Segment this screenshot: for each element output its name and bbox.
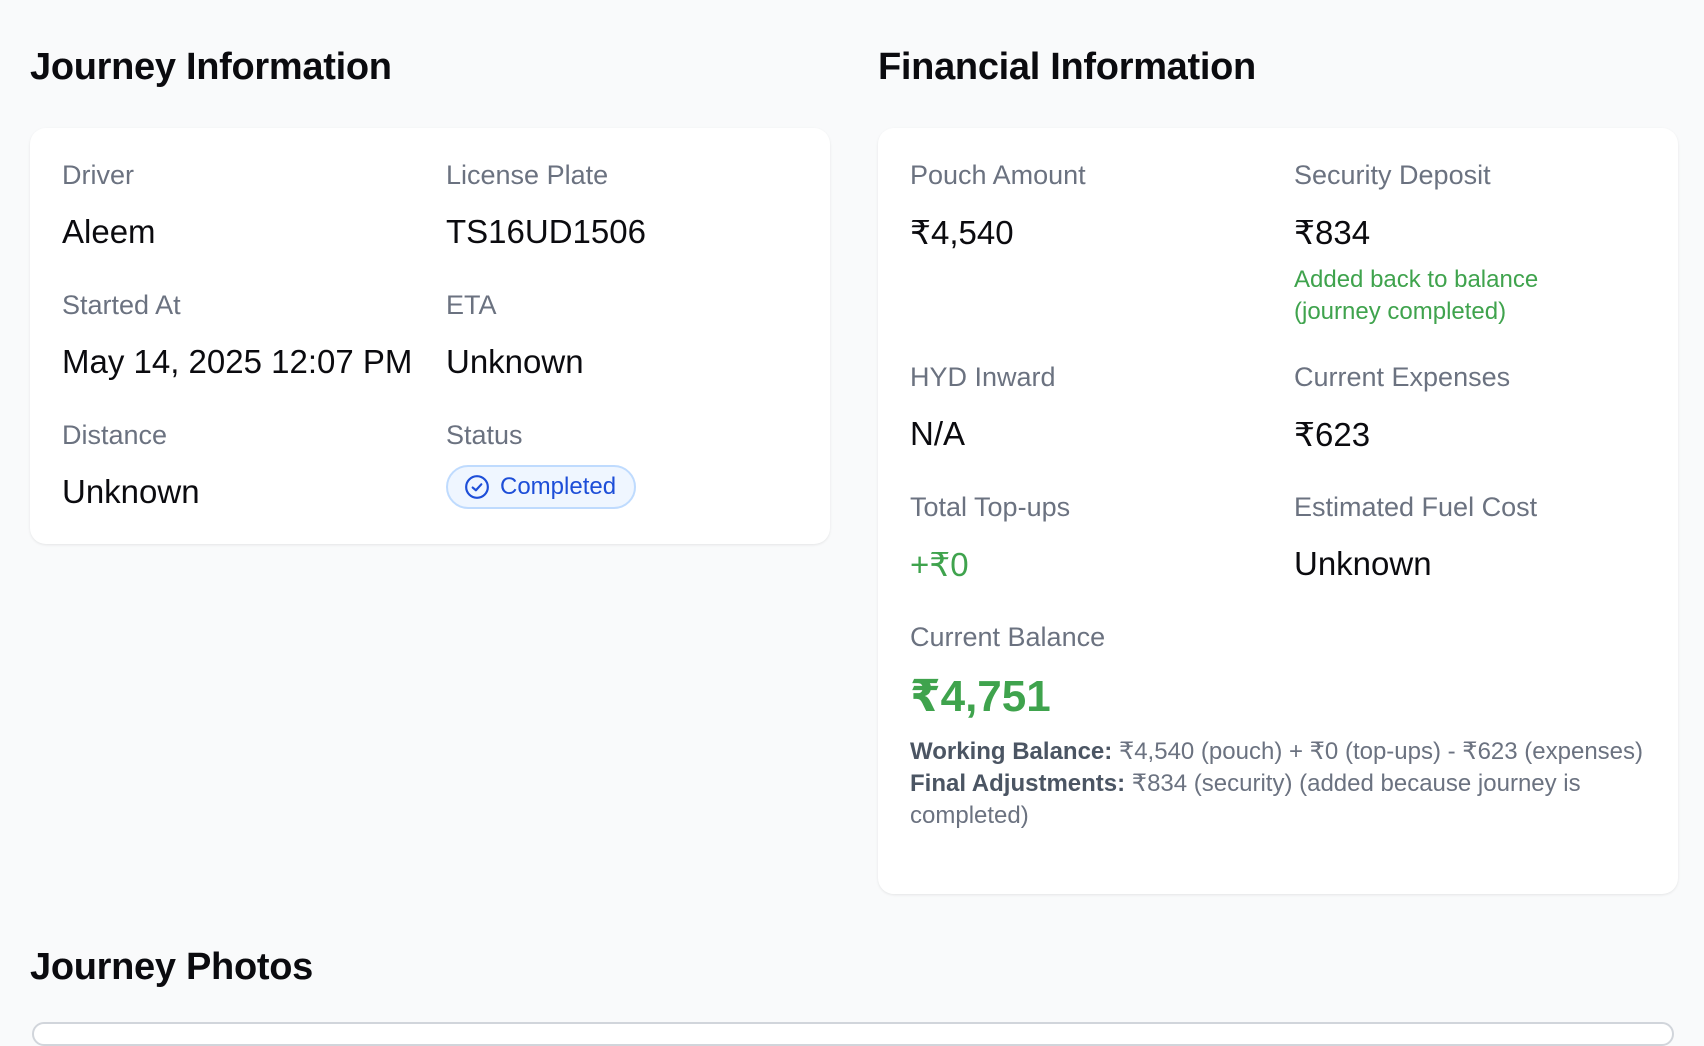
security-deposit-note: Added back to balance (journey completed… <box>1294 264 1538 328</box>
status-badge-label: Completed <box>500 473 617 500</box>
fuel-cost-value: Unknown <box>1294 545 1432 582</box>
balance-breakdown: Working Balance: ₹4,540 (pouch) + ₹0 (to… <box>910 736 1646 832</box>
eta-label: ETA <box>446 290 497 320</box>
distance-field: Distance Unknown <box>62 420 200 511</box>
current-expenses-field: Current Expenses ₹623 <box>1294 362 1510 454</box>
status-badge[interactable]: Completed <box>446 465 637 509</box>
pouch-amount-field: Pouch Amount ₹4,540 <box>910 160 1086 252</box>
security-deposit-field: Security Deposit ₹834 Added back to bala… <box>1294 160 1538 328</box>
journey-photos-container <box>32 1022 1674 1046</box>
working-balance-line: Working Balance: ₹4,540 (pouch) + ₹0 (to… <box>910 736 1646 768</box>
journey-info-title: Journey Information <box>30 46 392 88</box>
driver-field: Driver Aleem <box>62 160 156 251</box>
driver-value: Aleem <box>62 213 156 250</box>
total-topups-field: Total Top-ups +₹0 <box>910 492 1070 584</box>
hyd-inward-label: HYD Inward <box>910 362 1056 392</box>
financial-info-card: Pouch Amount ₹4,540 Security Deposit ₹83… <box>878 128 1678 894</box>
journey-info-card: Driver Aleem License Plate TS16UD1506 St… <box>30 128 830 544</box>
security-deposit-note-line1: Added back to balance <box>1294 266 1539 293</box>
final-adjustments-line: Final Adjustments: ₹834 (security) (adde… <box>910 768 1646 832</box>
hyd-inward-field: HYD Inward N/A <box>910 362 1056 453</box>
hyd-inward-value: N/A <box>910 415 966 452</box>
license-plate-label: License Plate <box>446 160 609 190</box>
total-topups-value: +₹0 <box>910 546 969 583</box>
pouch-amount-label: Pouch Amount <box>910 160 1086 190</box>
pouch-amount-value: ₹4,540 <box>910 214 1014 251</box>
license-plate-field: License Plate TS16UD1506 <box>446 160 646 251</box>
started-at-label: Started At <box>62 290 181 320</box>
eta-value: Unknown <box>446 343 584 380</box>
current-balance-value: ₹4,751 <box>910 672 1051 721</box>
check-circle-icon <box>464 474 490 500</box>
current-expenses-label: Current Expenses <box>1294 362 1511 392</box>
current-balance-field: Current Balance ₹4,751 Working Balance: … <box>910 622 1646 832</box>
security-deposit-note-line2: (journey completed) <box>1294 298 1507 325</box>
distance-label: Distance <box>62 420 168 450</box>
financial-info-title: Financial Information <box>878 46 1256 88</box>
security-deposit-value: ₹834 <box>1294 214 1371 251</box>
started-at-field: Started At May 14, 2025 12:07 PM <box>62 290 412 381</box>
security-deposit-label: Security Deposit <box>1294 160 1491 190</box>
total-topups-label: Total Top-ups <box>910 492 1071 522</box>
status-field: Status Completed <box>446 420 637 509</box>
driver-label: Driver <box>62 160 134 190</box>
journey-photos-title: Journey Photos <box>30 946 313 988</box>
fuel-cost-field: Estimated Fuel Cost Unknown <box>1294 492 1537 583</box>
current-expenses-value: ₹623 <box>1294 416 1371 453</box>
working-balance-text: ₹4,540 (pouch) + ₹0 (top-ups) - ₹623 (ex… <box>1118 738 1644 765</box>
eta-field: ETA Unknown <box>446 290 584 381</box>
started-at-value: May 14, 2025 12:07 PM <box>62 343 413 380</box>
distance-value: Unknown <box>62 473 200 510</box>
fuel-cost-label: Estimated Fuel Cost <box>1294 492 1538 522</box>
working-balance-label: Working Balance: <box>910 738 1113 765</box>
license-plate-value: TS16UD1506 <box>446 213 646 250</box>
current-balance-label: Current Balance <box>910 622 1106 652</box>
final-adjustments-label: Final Adjustments: <box>910 770 1126 797</box>
status-label: Status <box>446 420 523 450</box>
